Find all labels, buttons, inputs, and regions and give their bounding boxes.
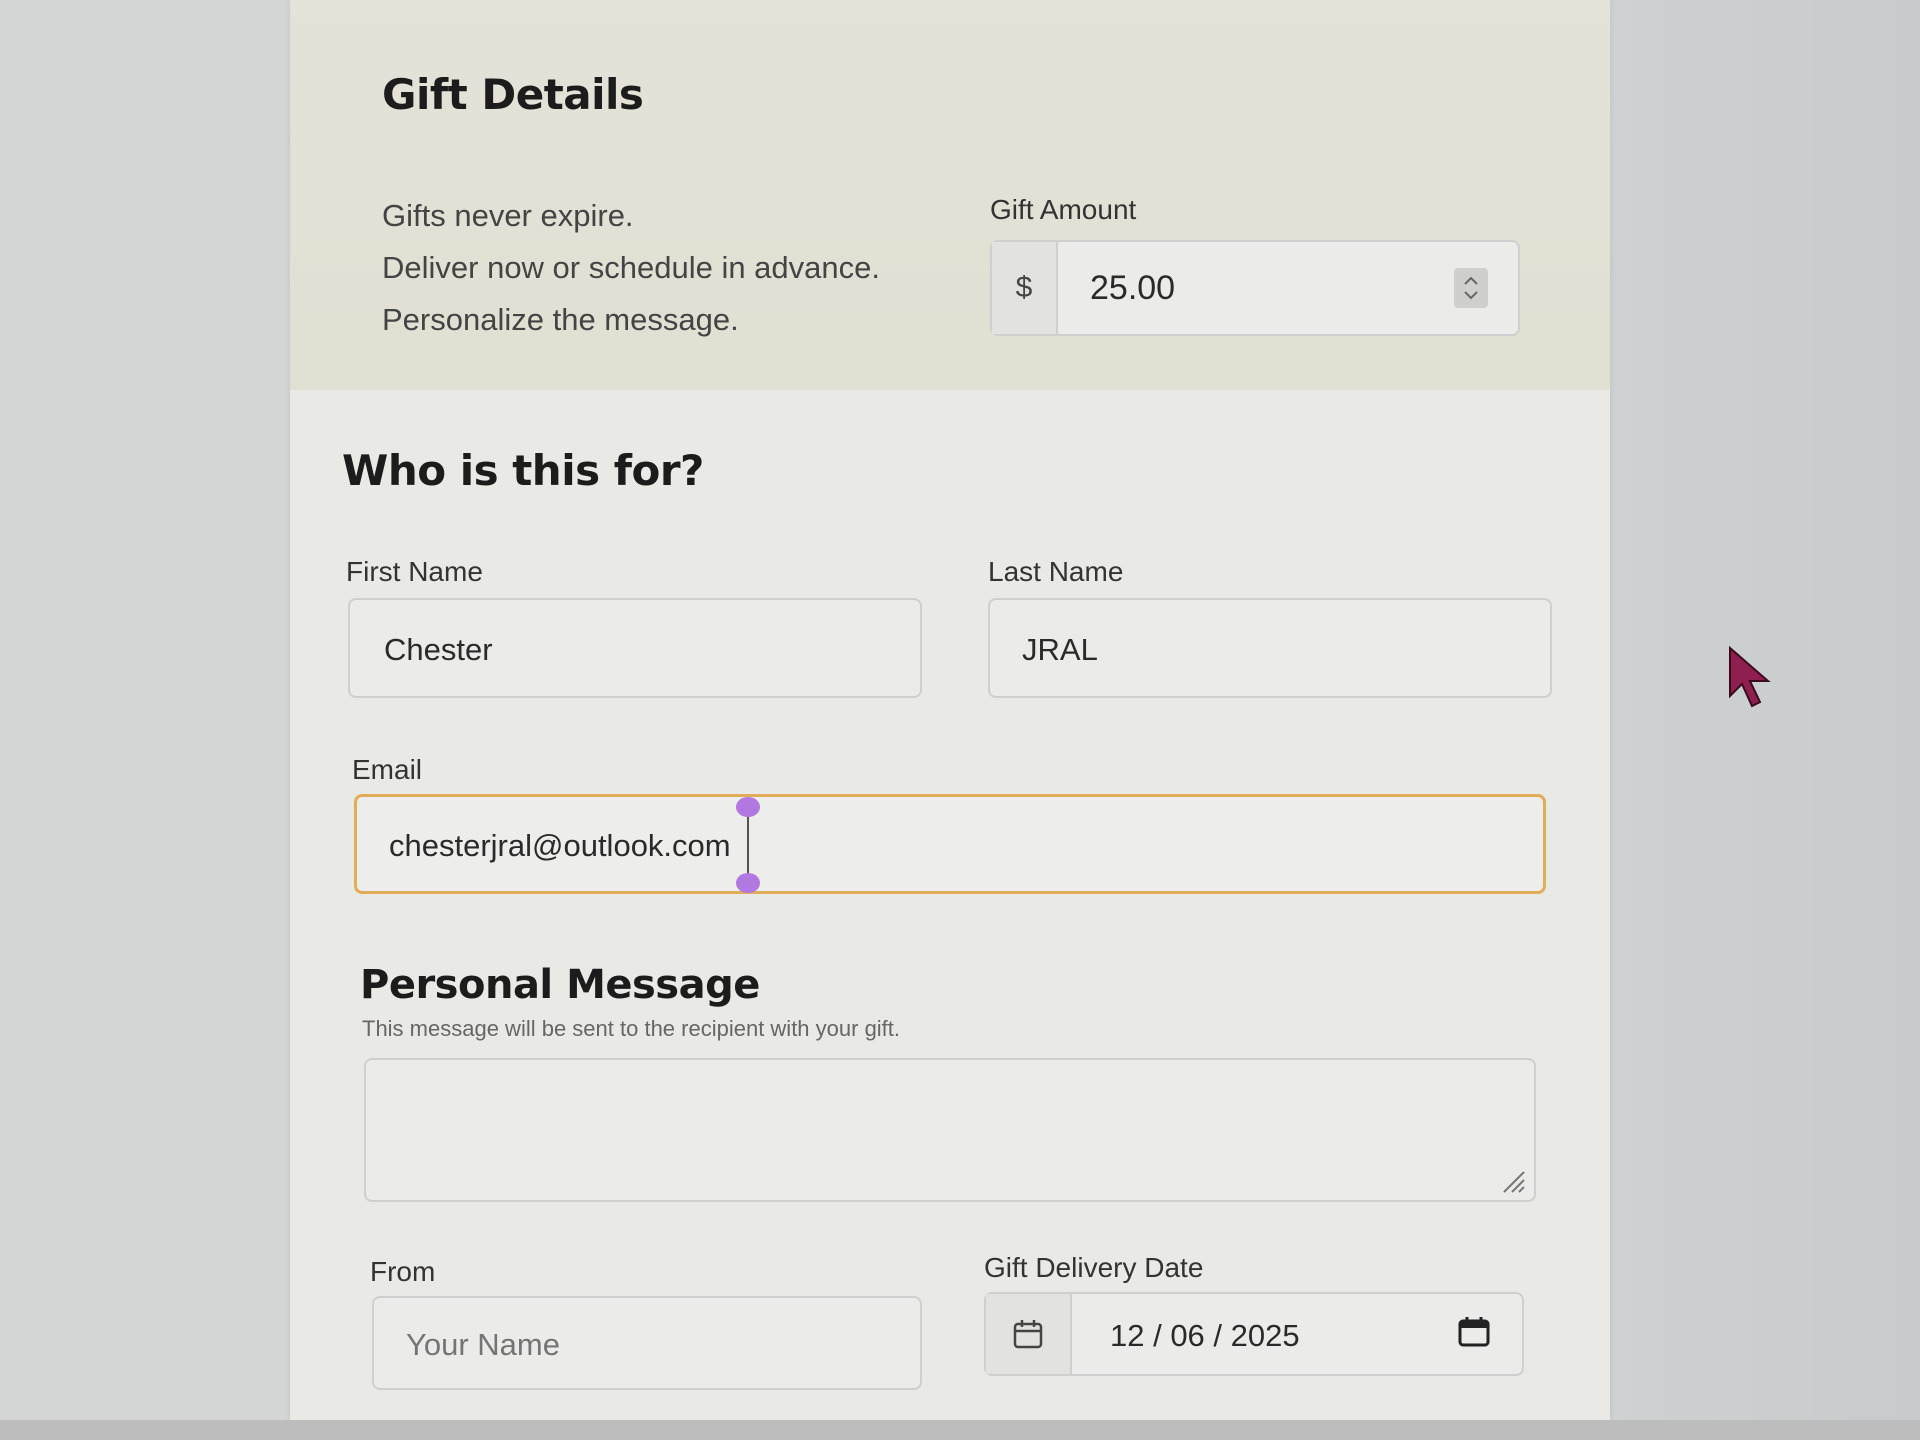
from-field[interactable] [372,1296,922,1390]
last-name-field[interactable] [988,598,1552,698]
from-input[interactable] [406,1323,886,1367]
perk-item: Personalize the message. [382,302,739,337]
message-helper-text: This message will be sent to the recipie… [362,1016,901,1041]
selection-handle-bottom[interactable] [736,873,760,893]
gift-details-heading: Gift Details [382,70,644,119]
message-field[interactable] [364,1058,1536,1202]
calendar-icon [1013,1320,1043,1349]
perk-item: Gifts never expire. [382,198,634,233]
text-caret [747,811,749,879]
selection-handle-top[interactable] [736,797,760,817]
mouse-pointer-icon [1726,645,1774,710]
currency-addon: $ [992,242,1058,334]
email-input[interactable] [389,824,1489,868]
delivery-date-label: Gift Delivery Date [984,1252,1204,1283]
delivery-date-field[interactable] [984,1292,1524,1376]
last-name-input[interactable] [1022,628,1522,672]
first-name-field[interactable] [348,598,922,698]
email-field[interactable] [354,794,1546,894]
gift-amount-field[interactable]: $ [990,240,1520,336]
recipient-heading: Who is this for? [342,446,704,495]
last-name-label: Last Name [988,556,1124,587]
first-name-input[interactable] [384,628,884,672]
from-label: From [370,1256,436,1287]
calendar-picker-icon[interactable] [1456,1314,1492,1350]
spinner-icon[interactable] [1454,268,1488,308]
gift-perks-list: Gifts never expire. Deliver now or sched… [382,190,880,346]
message-heading: Personal Message [360,962,760,1008]
calendar-addon [986,1294,1072,1374]
first-name-label: First Name [346,556,483,587]
gift-amount-label: Gift Amount [990,194,1137,225]
message-textarea[interactable] [386,1076,1506,1180]
resize-grip-icon[interactable] [1500,1166,1526,1193]
email-label: Email [352,754,423,785]
screen-bottom-edge [0,1420,1920,1440]
gift-amount-input[interactable] [1090,266,1430,310]
perk-item: Deliver now or schedule in advance. [382,250,880,285]
desk-background [1600,0,1920,1440]
gift-form-page: Gift Details Gifts never expire. Deliver… [290,0,1610,1420]
delivery-date-input[interactable] [1110,1314,1430,1358]
